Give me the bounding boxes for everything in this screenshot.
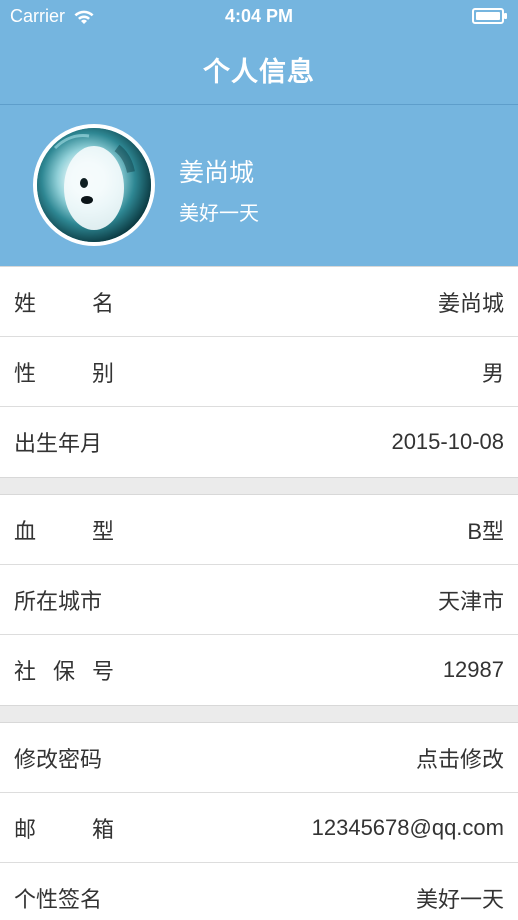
row-label: 社 保号 — [14, 654, 114, 686]
row-change-password[interactable]: 修改密码 点击修改 — [0, 723, 518, 793]
row-gender[interactable]: 性 别 男 — [0, 337, 518, 407]
label-char: 箱 — [91, 818, 114, 843]
avatar-photo-icon — [37, 128, 151, 242]
status-bar: Carrier 4:04 PM — [0, 0, 518, 34]
row-value: 天津市 — [437, 589, 504, 614]
label-char: 性 — [14, 362, 37, 387]
nav-bar: 个人信息 — [0, 34, 518, 105]
row-value: 男 — [481, 361, 504, 386]
row-name[interactable]: 姓 名 姜尚城 — [0, 267, 518, 337]
profile-signature: 美好一天 — [179, 201, 259, 225]
avatar[interactable] — [33, 124, 155, 246]
label-char: 社 — [14, 660, 37, 685]
row-label: 所在城市 — [14, 590, 103, 615]
section-gap — [0, 478, 518, 494]
status-time: 4:04 PM — [224, 6, 294, 26]
label-char: 别 — [91, 362, 114, 387]
row-value: 美好一天 — [415, 887, 504, 912]
section-gap — [0, 706, 518, 722]
row-label: 血 型 — [14, 514, 114, 546]
label-char: 号 — [91, 660, 114, 685]
row-email[interactable]: 邮 箱 12345678@qq.com — [0, 793, 518, 863]
row-value: B型 — [467, 519, 504, 544]
row-label: 个性签名 — [14, 888, 103, 913]
label-char: 邮 — [14, 818, 37, 843]
info-section-details: 血 型 B型 所在城市 天津市 社 保号 12987 — [0, 494, 518, 706]
info-section-basic: 姓 名 姜尚城 性 别 男 出生年月 2015-10-08 — [0, 266, 518, 478]
label-char: 保 — [52, 660, 75, 685]
personal-info-screen: Carrier 4:04 PM 个人信息 姜尚城 美好一天 姓 名 姜尚城 性 … — [0, 0, 518, 920]
row-social-security[interactable]: 社 保号 12987 — [0, 635, 518, 705]
row-label: 出生年月 — [14, 432, 103, 457]
row-label: 邮 箱 — [14, 812, 114, 844]
row-label: 修改密码 — [14, 748, 103, 773]
row-birthdate[interactable]: 出生年月 2015-10-08 — [0, 407, 518, 477]
info-section-account: 修改密码 点击修改 邮 箱 12345678@qq.com 个性签名 美好一天 — [0, 722, 518, 920]
label-char: 名 — [91, 292, 114, 317]
profile-header: 姜尚城 美好一天 — [0, 105, 518, 265]
page-title: 个人信息 — [203, 56, 315, 88]
row-value: 2015-10-08 — [391, 429, 504, 454]
label-char: 姓 — [14, 292, 37, 317]
row-label: 性 别 — [14, 356, 114, 388]
battery-icon — [472, 8, 507, 24]
label-char: 血 — [14, 520, 37, 545]
row-value[interactable]: 点击修改 — [416, 742, 504, 774]
row-label: 姓 名 — [14, 286, 114, 318]
row-value: 12345678@qq.com — [311, 815, 504, 840]
profile-name: 姜尚城 — [179, 158, 255, 187]
row-value: 姜尚城 — [437, 291, 504, 316]
label-char: 型 — [91, 520, 114, 545]
row-value: 12987 — [442, 657, 504, 682]
row-city[interactable]: 所在城市 天津市 — [0, 565, 518, 635]
row-signature[interactable]: 个性签名 美好一天 — [0, 863, 518, 920]
row-blood-type[interactable]: 血 型 B型 — [0, 495, 518, 565]
header-area: Carrier 4:04 PM 个人信息 姜尚城 美好一天 — [0, 0, 518, 266]
